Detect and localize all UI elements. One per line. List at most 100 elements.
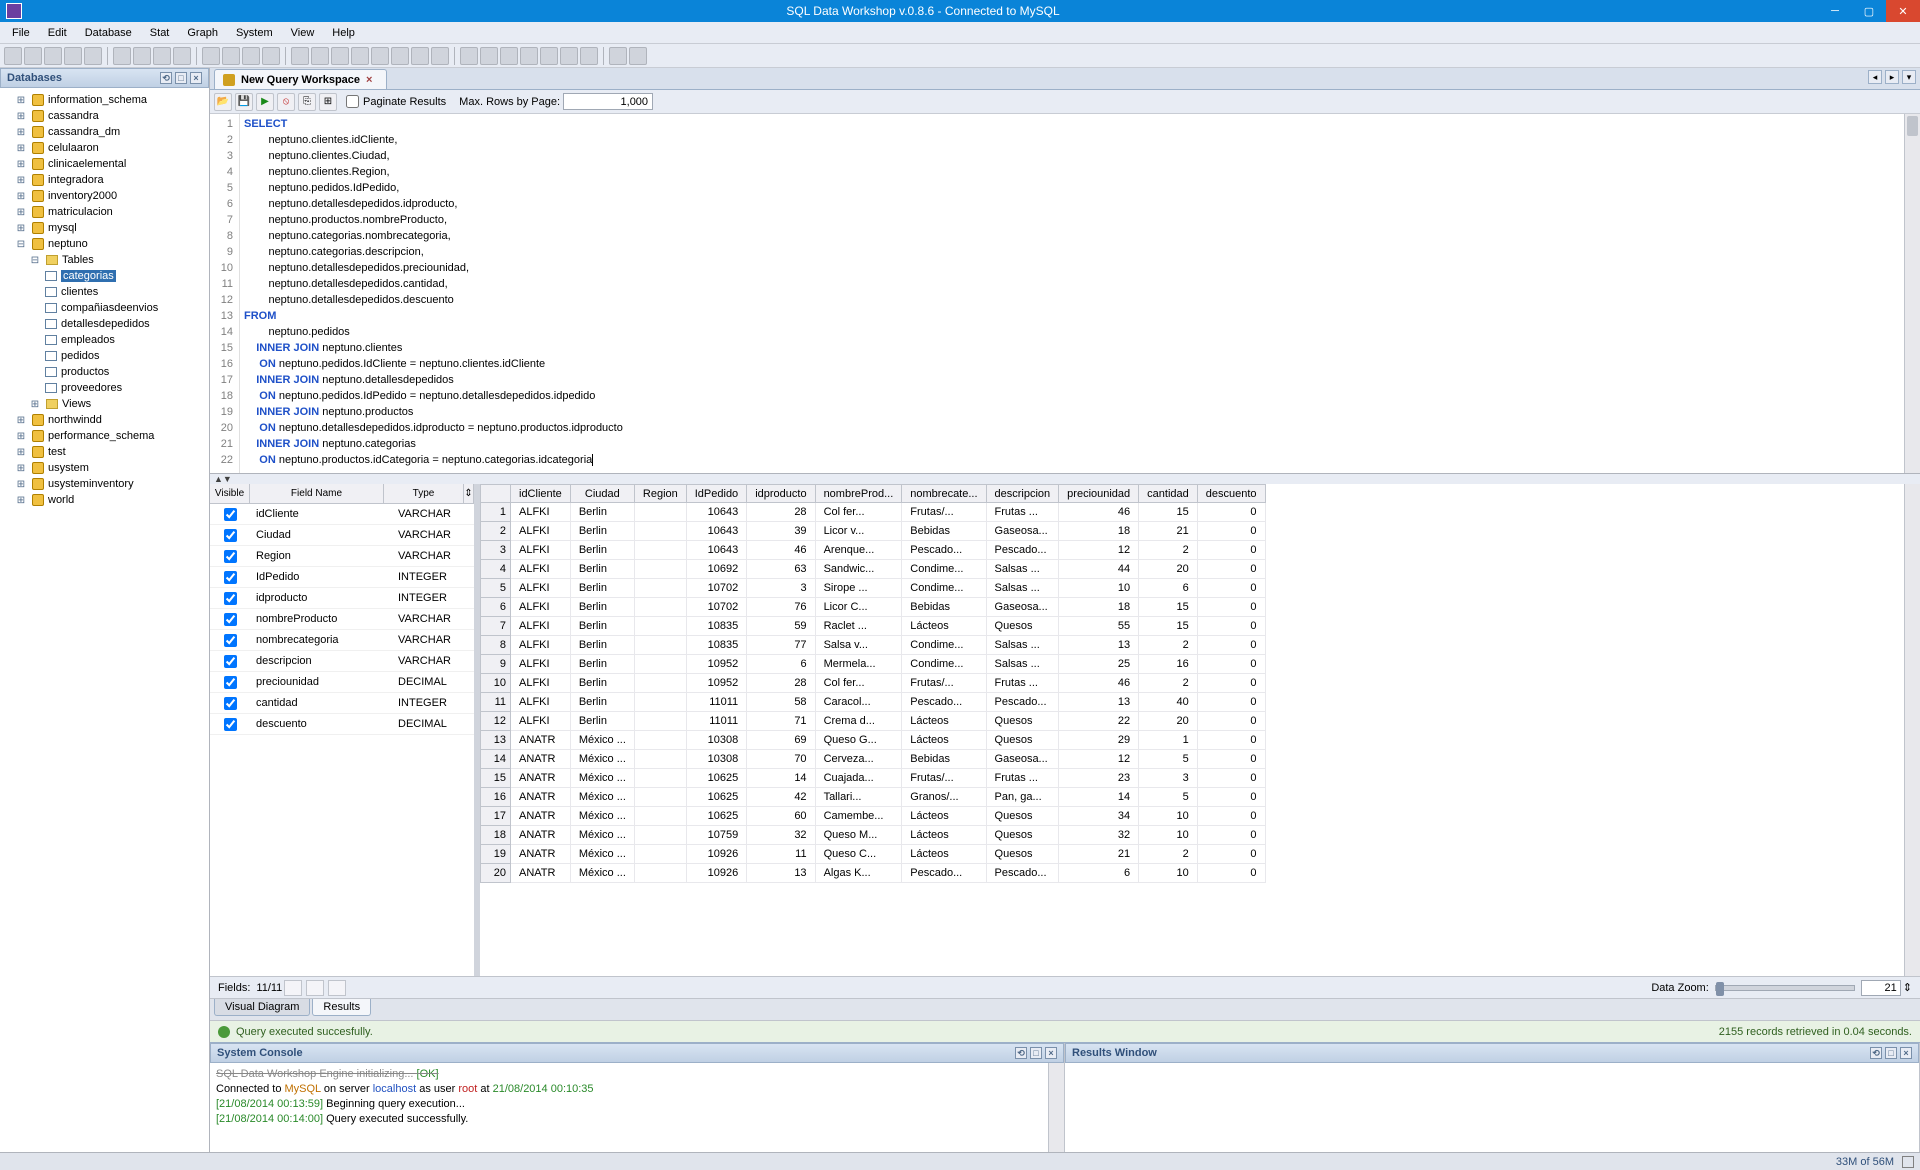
table-row[interactable]: 17ANATRMéxico ...1062560Camembe...Lácteo…	[481, 807, 1266, 826]
tree-node-empleados[interactable]: empleados	[2, 332, 207, 348]
results-grid[interactable]: idClienteCiudadRegionIdPedidoidproducton…	[480, 484, 1266, 883]
toolbar-chart-7[interactable]	[411, 47, 429, 65]
toolbar-btn-12[interactable]	[242, 47, 260, 65]
tab-nav-next[interactable]: ▸	[1885, 70, 1899, 84]
table-row[interactable]: 9ALFKIBerlin109526Mermela...Condime...Sa…	[481, 655, 1266, 674]
toolbar-new-icon[interactable]	[4, 47, 22, 65]
tree-node-celulaaron[interactable]: ⊞celulaaron	[2, 140, 207, 156]
toolbar-btn-11[interactable]	[222, 47, 240, 65]
table-row[interactable]: 7ALFKIBerlin1083559Raclet ...LácteosQues…	[481, 617, 1266, 636]
query-run-icon[interactable]: ▶	[256, 93, 274, 111]
toolbar-chart-4[interactable]	[351, 47, 369, 65]
table-row[interactable]: 6ALFKIBerlin1070276Licor C...BebidasGase…	[481, 598, 1266, 617]
table-row[interactable]: 3ALFKIBerlin1064346Arenque...Pescado...P…	[481, 541, 1266, 560]
grid-col-IdPedido[interactable]: IdPedido	[686, 485, 746, 503]
field-row-preciounidad[interactable]: preciounidadDECIMAL	[210, 672, 474, 693]
pane-pin-icon[interactable]: ⟲	[160, 72, 172, 84]
table-row[interactable]: 14ANATRMéxico ...1030870Cerveza...Bebida…	[481, 750, 1266, 769]
fields-col-spin[interactable]: ⇕	[464, 484, 474, 503]
table-row[interactable]: 11ALFKIBerlin1101158Caracol...Pescado...…	[481, 693, 1266, 712]
menu-file[interactable]: File	[4, 25, 38, 41]
toolbar-chart-5[interactable]	[371, 47, 389, 65]
tree-node-productos[interactable]: productos	[2, 364, 207, 380]
toolbar-btn-6[interactable]	[113, 47, 131, 65]
tree-node-detallesdepedidos[interactable]: detallesdepedidos	[2, 316, 207, 332]
field-visible-checkbox[interactable]	[224, 550, 237, 563]
tree-node-test[interactable]: ⊞test	[2, 444, 207, 460]
console-max-icon[interactable]: □	[1030, 1047, 1042, 1059]
field-row-nombreproducto[interactable]: nombreProductoVARCHAR	[210, 609, 474, 630]
zoom-spin-icon[interactable]: ⇕	[1903, 981, 1912, 994]
tree-node-cassandra[interactable]: ⊞cassandra	[2, 108, 207, 124]
toolbar-chart-8[interactable]	[431, 47, 449, 65]
table-row[interactable]: 13ANATRMéxico ...1030869Queso G...Lácteo…	[481, 731, 1266, 750]
field-visible-checkbox[interactable]	[224, 676, 237, 689]
tree-node-world[interactable]: ⊞world	[2, 492, 207, 508]
toolbar-btn-7[interactable]	[133, 47, 151, 65]
field-row-idcliente[interactable]: idClienteVARCHAR	[210, 504, 474, 525]
output-max-icon[interactable]: □	[1885, 1047, 1897, 1059]
menu-help[interactable]: Help	[324, 25, 363, 41]
toolbar-btn-8[interactable]	[153, 47, 171, 65]
zoom-value-input[interactable]	[1861, 980, 1901, 996]
toolbar-btn-10[interactable]	[202, 47, 220, 65]
console-close-icon[interactable]: ×	[1045, 1047, 1057, 1059]
field-row-descripcion[interactable]: descripcionVARCHAR	[210, 651, 474, 672]
toolbar-chart-1[interactable]	[291, 47, 309, 65]
field-row-idproducto[interactable]: idproductoINTEGER	[210, 588, 474, 609]
field-row-region[interactable]: RegionVARCHAR	[210, 546, 474, 567]
toolbar-chart-2[interactable]	[311, 47, 329, 65]
tab-nav-prev[interactable]: ◂	[1868, 70, 1882, 84]
tab-nav-list[interactable]: ▾	[1902, 70, 1916, 84]
toolbar-open-icon[interactable]	[24, 47, 42, 65]
paginate-checkbox-input[interactable]	[346, 95, 359, 108]
table-row[interactable]: 5ALFKIBerlin107023Sirope ...Condime...Sa…	[481, 579, 1266, 598]
console-pin-icon[interactable]: ⟲	[1015, 1047, 1027, 1059]
fields-list[interactable]: idClienteVARCHARCiudadVARCHARRegionVARCH…	[210, 504, 474, 976]
toolbar-btn-9[interactable]	[173, 47, 191, 65]
editor-results-splitter[interactable]: ▲▼	[210, 474, 1920, 484]
tree-node-compañiasdeenvios[interactable]: compañiasdeenvios	[2, 300, 207, 316]
toolbar-last-icon[interactable]	[629, 47, 647, 65]
field-visible-checkbox[interactable]	[224, 529, 237, 542]
output-close-icon[interactable]: ×	[1900, 1047, 1912, 1059]
grid-col-nombrecate...[interactable]: nombrecate...	[902, 485, 986, 503]
pane-max-icon[interactable]: □	[175, 72, 187, 84]
menu-stat[interactable]: Stat	[142, 25, 178, 41]
table-row[interactable]: 2ALFKIBerlin1064339Licor v...BebidasGase…	[481, 522, 1266, 541]
tree-node-pedidos[interactable]: pedidos	[2, 348, 207, 364]
tab-new-query[interactable]: New Query Workspace ×	[214, 69, 387, 89]
toolbar-graph-3[interactable]	[500, 47, 518, 65]
maxrows-input[interactable]	[563, 93, 653, 110]
toolbar-graph-5[interactable]	[540, 47, 558, 65]
tree-node-views[interactable]: ⊞Views	[2, 396, 207, 412]
table-row[interactable]: 12ALFKIBerlin1101171Crema d...LácteosQue…	[481, 712, 1266, 731]
toolbar-graph-1[interactable]	[460, 47, 478, 65]
view-mode-btn-2[interactable]	[306, 980, 324, 996]
field-visible-checkbox[interactable]	[224, 718, 237, 731]
field-visible-checkbox[interactable]	[224, 655, 237, 668]
grid-col-preciounidad[interactable]: preciounidad	[1059, 485, 1139, 503]
tab-results[interactable]: Results	[312, 999, 371, 1016]
menu-edit[interactable]: Edit	[40, 25, 75, 41]
field-visible-checkbox[interactable]	[224, 508, 237, 521]
field-visible-checkbox[interactable]	[224, 613, 237, 626]
tree-node-performance_schema[interactable]: ⊞performance_schema	[2, 428, 207, 444]
table-row[interactable]: 16ANATRMéxico ...1062542Tallari...Granos…	[481, 788, 1266, 807]
field-visible-checkbox[interactable]	[224, 697, 237, 710]
tree-node-cassandra_dm[interactable]: ⊞cassandra_dm	[2, 124, 207, 140]
toolbar-save-icon[interactable]	[44, 47, 62, 65]
editor-code[interactable]: SELECT neptuno.clientes.idCliente, neptu…	[240, 114, 1904, 473]
grid-col-idproducto[interactable]: idproducto	[747, 485, 815, 503]
tree-node-tables[interactable]: ⊟Tables	[2, 252, 207, 268]
tree-node-information_schema[interactable]: ⊞information_schema	[2, 92, 207, 108]
menu-graph[interactable]: Graph	[179, 25, 226, 41]
table-row[interactable]: 10ALFKIBerlin1095228Col fer...Frutas/...…	[481, 674, 1266, 693]
tree-node-usysteminventory[interactable]: ⊞usysteminventory	[2, 476, 207, 492]
view-mode-btn-1[interactable]	[284, 980, 302, 996]
query-btn-6[interactable]: ⊞	[319, 93, 337, 111]
tree-node-clientes[interactable]: clientes	[2, 284, 207, 300]
table-row[interactable]: 15ANATRMéxico ...1062514Cuajada...Frutas…	[481, 769, 1266, 788]
field-row-ciudad[interactable]: CiudadVARCHAR	[210, 525, 474, 546]
toolbar-graph-7[interactable]	[580, 47, 598, 65]
